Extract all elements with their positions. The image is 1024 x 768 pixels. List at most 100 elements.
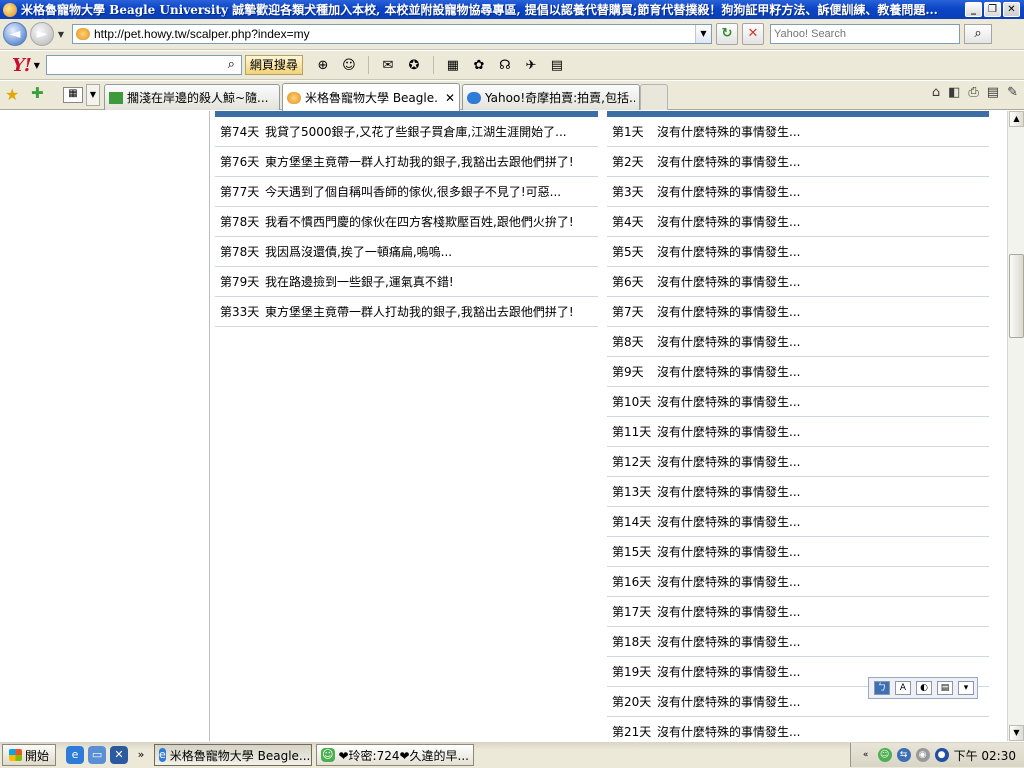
event-day: 第7天 [612, 305, 644, 319]
tab-bar: ★ ✚ ▦ ▼ 擱淺在岸邊的殺人鯨~隨... 米格魯寵物大學 Beagle...… [0, 81, 1024, 111]
yahoo-search-input[interactable] [46, 56, 241, 74]
antenna-icon[interactable]: ✈ [521, 56, 541, 74]
profile-icon[interactable]: ☺ [339, 56, 359, 74]
close-button[interactable]: ✕ [1003, 2, 1020, 17]
minimize-button[interactable]: _ [965, 2, 982, 17]
more-chevron-icon[interactable]: » [132, 746, 150, 764]
refresh-button[interactable]: ↻ [716, 23, 738, 45]
mail-icon[interactable]: ✉ [378, 56, 398, 74]
ie-page-icon [467, 91, 481, 104]
search-box[interactable] [770, 24, 960, 44]
stop-button[interactable]: ✕ [742, 23, 764, 45]
search-input[interactable] [771, 28, 959, 40]
messenger-icon[interactable]: ✕ [110, 746, 129, 764]
ie-icon[interactable]: e [66, 746, 85, 764]
quick-launch: e ▭ ✕ » [66, 746, 150, 764]
add-favorite-icon[interactable]: ✚ [31, 84, 44, 102]
clock[interactable]: 下午 02:30 [954, 747, 1016, 764]
event-row: 第74天 我貸了5000銀子,又花了些銀子買倉庫,江湖生涯開始了... [215, 117, 598, 147]
event-text: 沒有什麼特殊的事情發生... [657, 365, 801, 379]
event-text: 沒有什麼特殊的事情發生... [657, 305, 801, 319]
event-day: 第11天 [612, 425, 652, 439]
web-search-button[interactable]: 網頁搜尋 [244, 55, 303, 75]
event-row: 第78天 我看不慣西門慶的傢伙在四方客棧欺壓百姓,跟他們火拚了! [215, 207, 598, 237]
event-row: 第12天 沒有什麼特殊的事情發生... [607, 447, 989, 477]
event-day: 第20天 [612, 695, 652, 709]
games-icon[interactable]: ▦ [443, 56, 463, 74]
page-icon [76, 28, 90, 40]
scroll-up-button[interactable]: ▲ [1009, 111, 1024, 127]
language-bar-options-icon[interactable]: ▾ [958, 681, 974, 695]
window-title: 米格魯寵物大學 Beagle University 誠摯歡迎各類犬種加入本校, … [21, 3, 938, 17]
navigation-bar: ◄ ► ▼ ▼ ↻ ✕ ⌕ [0, 19, 1024, 50]
home-icon[interactable]: ⌂ [932, 85, 940, 100]
event-text: 沒有什麼特殊的事情發生... [657, 125, 801, 139]
page-menu-icon[interactable]: ▤ [987, 85, 999, 100]
address-input[interactable] [94, 27, 695, 41]
event-row: 第13天 沒有什麼特殊的事情發生... [607, 477, 989, 507]
tab-2-active[interactable]: 米格魯寵物大學 Beagle... ✕ [282, 83, 460, 111]
network-icon[interactable]: ⇆ [896, 748, 911, 762]
bookmark-add-icon[interactable]: ⊕ [313, 56, 333, 74]
tools-icon[interactable]: ✎ [1007, 85, 1018, 100]
event-row: 第9天 沒有什麼特殊的事情發生... [607, 357, 989, 387]
start-button[interactable]: 開始 [2, 744, 57, 766]
back-button[interactable]: ◄ [3, 22, 27, 46]
new-tab-button[interactable] [640, 84, 668, 110]
taskbar-item-browser[interactable]: e 米格魯寵物大學 Beagle... [154, 744, 313, 766]
event-text: 沒有什麼特殊的事情發生... [657, 335, 801, 349]
ear-icon[interactable]: ☊ [495, 56, 515, 74]
pet-icon[interactable]: ✿ [469, 56, 489, 74]
event-day: 第12天 [612, 455, 652, 469]
tray-expand-icon[interactable]: « [859, 748, 873, 762]
tab-label: 米格魯寵物大學 Beagle... [305, 91, 439, 105]
volume-icon[interactable]: ◉ [915, 748, 930, 762]
address-dropdown-icon[interactable]: ▼ [695, 25, 711, 43]
tab-list-dropdown-icon[interactable]: ▼ [86, 84, 100, 106]
shopping-icon[interactable]: ✪ [404, 56, 424, 74]
event-day: 第10天 [612, 395, 652, 409]
favorites-star-icon[interactable]: ★ [5, 85, 19, 104]
taskbar-item-chat[interactable]: ☺ ❤玲密:724❤久違的早... [316, 744, 475, 766]
event-day: 第5天 [612, 245, 644, 259]
layout-icon[interactable]: ▤ [547, 56, 567, 74]
scroll-down-button[interactable]: ▼ [1009, 725, 1024, 741]
input-mode-icon[interactable]: A [895, 681, 911, 695]
event-row: 第15天 沒有什麼特殊的事情發生... [607, 537, 989, 567]
event-text: 沒有什麼特殊的事情發生... [657, 185, 801, 199]
event-text: 沒有什麼特殊的事情發生... [657, 155, 801, 169]
forward-button[interactable]: ► [30, 22, 54, 46]
globe-icon[interactable]: ● [934, 748, 949, 762]
search-icon[interactable]: ⌕ [964, 24, 992, 44]
desktop-icon[interactable]: ▭ [88, 746, 107, 764]
event-row: 第21天 沒有什麼特殊的事情發生... [607, 717, 989, 741]
ime-pad-icon[interactable]: ▤ [937, 681, 953, 695]
yahoo-menu-dropdown-icon[interactable]: ▼ [34, 61, 40, 70]
history-dropdown-icon[interactable]: ▼ [56, 30, 66, 39]
tab-close-icon[interactable]: ✕ [445, 91, 455, 105]
scroll-thumb[interactable] [1009, 254, 1024, 338]
tab-3[interactable]: Yahoo!奇摩拍賣:拍賣,包括... [462, 84, 640, 110]
language-bar[interactable]: ㄅ A ◐ ▤ ▾ [868, 677, 978, 699]
event-day: 第21天 [612, 725, 652, 739]
msn-tray-icon[interactable]: ☺ [877, 748, 892, 762]
ime-icon[interactable]: ㄅ [874, 681, 890, 695]
feeds-icon[interactable]: ◧ [948, 85, 960, 100]
event-row: 第79天 我在路邊撿到一些銀子,運氣真不錯! [215, 267, 598, 297]
event-row: 第3天 沒有什麼特殊的事情發生... [607, 177, 989, 207]
vertical-scrollbar[interactable]: ▲ ▼ [1007, 111, 1024, 741]
event-row: 第5天 沒有什麼特殊的事情發生... [607, 237, 989, 267]
maximize-button[interactable]: ❐ [984, 2, 1001, 17]
fullwidth-icon[interactable]: ◐ [916, 681, 932, 695]
yahoo-logo[interactable]: Y! [12, 55, 32, 76]
print-icon[interactable]: ⎙ [968, 85, 978, 100]
quick-tabs-icon[interactable]: ▦ [63, 87, 83, 103]
event-text: 今天遇到了個自稱叫香師的傢伙,很多銀子不見了!可惡... [265, 185, 562, 199]
event-text: 沒有什麼特殊的事情發生... [657, 455, 801, 469]
event-row: 第8天 沒有什麼特殊的事情發生... [607, 327, 989, 357]
window-title-bar[interactable]: 米格魯寵物大學 Beagle University 誠摯歡迎各類犬種加入本校, … [0, 0, 1024, 19]
address-bar[interactable]: ▼ [72, 24, 712, 44]
tab-1[interactable]: 擱淺在岸邊的殺人鯨~隨... [104, 84, 280, 110]
yahoo-search-box[interactable]: ⌕ [45, 55, 242, 75]
magnifier-icon[interactable]: ⌕ [228, 57, 235, 72]
